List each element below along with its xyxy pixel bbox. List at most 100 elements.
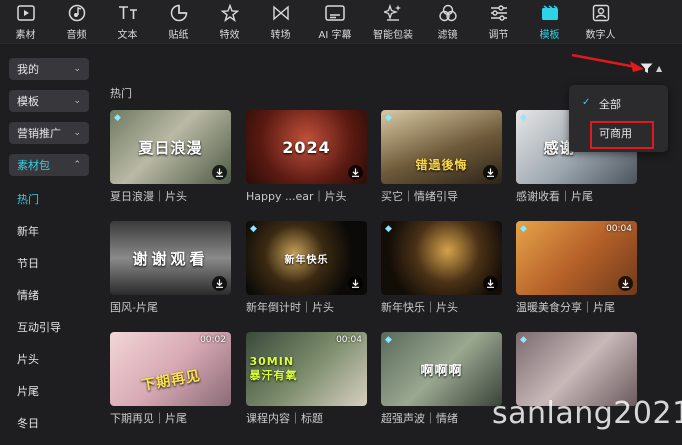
template-thumbnail[interactable]: 2024 xyxy=(246,110,367,184)
tab-label: 特效 xyxy=(219,30,240,41)
template-thumbnail[interactable]: 30MIN 暴汗有氧 00:04 xyxy=(246,332,367,406)
template-thumbnail[interactable]: 新年快乐 ◆ xyxy=(246,221,367,295)
template-thumbnail[interactable]: 夏日浪漫 ◆ xyxy=(110,110,231,184)
tab-label: 智能包装 xyxy=(373,30,413,41)
template-card[interactable]: 啊啊啊 ◆ 超强声波｜情绪 xyxy=(381,332,502,426)
tab-label: 转场 xyxy=(270,30,291,41)
sticker-icon xyxy=(169,3,189,23)
template-caption: 感谢收看｜片尾 xyxy=(516,190,593,203)
sidebar-button-label: 营销推广 xyxy=(17,127,61,140)
ai-subtitle-icon xyxy=(325,3,345,23)
tab-digital-human[interactable]: 数字人 xyxy=(575,0,626,44)
download-icon[interactable] xyxy=(483,165,498,180)
thumbnail-text: 啊啊啊 xyxy=(420,363,463,379)
thumbnail-text: 谢谢观看 xyxy=(132,249,209,268)
sidebar-item-outro[interactable]: 片尾 xyxy=(17,383,39,399)
duration-label: 00:04 xyxy=(336,335,362,345)
sidebar-item-new-year[interactable]: 新年 xyxy=(17,223,39,239)
premium-diamond-icon: ◆ xyxy=(385,335,392,345)
download-icon[interactable] xyxy=(348,165,363,180)
thumbnail-text: 新年快乐 xyxy=(284,254,329,266)
chevron-down-icon: ⌄ xyxy=(73,96,81,106)
chevron-up-icon: ▲ xyxy=(656,63,663,73)
premium-diamond-icon: ◆ xyxy=(520,113,527,123)
thumbnail-text: 30MIN 暴汗有氧 xyxy=(249,355,298,382)
tab-label: 数字人 xyxy=(585,30,616,41)
premium-diamond-icon: ◆ xyxy=(114,113,121,123)
top-toolbar: 素材 音频 文本 贴纸 特效 转场 AI 字幕 智能包装 滤镜 调节 模板 数字… xyxy=(0,0,682,44)
template-thumbnail[interactable]: 谢谢观看 xyxy=(110,221,231,295)
template-card[interactable]: 30MIN 暴汗有氧 00:04 课程内容｜标题 xyxy=(246,332,367,426)
premium-diamond-icon: ◆ xyxy=(385,224,392,234)
sidebar-button-template[interactable]: 模板 ⌄ xyxy=(9,90,89,112)
sidebar-item-emotion[interactable]: 情绪 xyxy=(17,287,39,303)
media-icon xyxy=(16,3,36,23)
template-card[interactable]: 下期再见 00:02 下期再见｜片尾 xyxy=(110,332,231,426)
template-card[interactable]: 2024 Happy ...ear｜片头 xyxy=(246,110,367,204)
tab-transition[interactable]: 转场 xyxy=(255,0,306,44)
category-sidebar: 我的 ⌄ 模板 ⌄ 营销推广 ⌄ 素材包 ⌃ 热门 新年 节日 情绪 互动引导 … xyxy=(0,45,98,445)
download-icon[interactable] xyxy=(618,276,633,291)
tab-label: 滤镜 xyxy=(437,30,458,41)
sidebar-item-intro[interactable]: 片头 xyxy=(17,351,39,367)
premium-diamond-icon: ◆ xyxy=(250,224,257,234)
sidebar-button-label: 我的 xyxy=(17,63,39,76)
tab-label: AI 字幕 xyxy=(318,30,352,41)
download-icon[interactable] xyxy=(212,276,227,291)
template-thumbnail[interactable]: ◆ xyxy=(516,332,637,406)
premium-diamond-icon: ◆ xyxy=(520,335,527,345)
tab-audio[interactable]: 音频 xyxy=(51,0,102,44)
adjust-icon xyxy=(489,3,509,23)
template-card[interactable]: 夏日浪漫 ◆ 夏日浪漫｜片头 xyxy=(110,110,231,204)
sidebar-item-hot[interactable]: 热门 xyxy=(17,191,39,207)
download-icon[interactable] xyxy=(212,165,227,180)
sidebar-button-marketing[interactable]: 营销推广 ⌄ xyxy=(9,122,89,144)
sidebar-button-material-pack[interactable]: 素材包 ⌃ xyxy=(9,154,89,176)
template-thumbnail[interactable]: 下期再见 00:02 xyxy=(110,332,231,406)
template-thumbnail[interactable]: ◆ 00:04 xyxy=(516,221,637,295)
template-card[interactable]: 新年快乐 ◆ 新年倒计时｜片头 xyxy=(246,221,367,315)
download-icon[interactable] xyxy=(348,276,363,291)
tab-smart-pack[interactable]: 智能包装 xyxy=(364,0,422,44)
tab-template[interactable]: 模板 xyxy=(524,0,575,44)
sidebar-button-mine[interactable]: 我的 ⌄ xyxy=(9,58,89,80)
tab-ai-subtitle[interactable]: AI 字幕 xyxy=(306,0,364,44)
filter-icon xyxy=(438,3,458,23)
tab-media[interactable]: 素材 xyxy=(0,0,51,44)
tab-filter[interactable]: 滤镜 xyxy=(422,0,473,44)
sidebar-item-festival[interactable]: 节日 xyxy=(17,255,39,271)
transition-icon xyxy=(271,3,291,23)
tab-adjust[interactable]: 调节 xyxy=(473,0,524,44)
tab-label: 模板 xyxy=(539,30,560,41)
filter-option-all[interactable]: 全部 xyxy=(599,96,621,112)
thumbnail-text: 2024 xyxy=(282,137,331,157)
tab-label: 调节 xyxy=(488,30,509,41)
sidebar-item-winter[interactable]: 冬日 xyxy=(17,415,39,431)
template-card[interactable]: ◆ 00:04 温暖美食分享｜片尾 xyxy=(516,221,637,315)
audio-icon xyxy=(67,3,87,23)
template-card[interactable]: 谢谢观看 国风-片尾 xyxy=(110,221,231,315)
template-caption: 买它｜情绪引导 xyxy=(381,190,458,203)
watermark: sanlang2021 xyxy=(492,396,682,431)
template-caption: 夏日浪漫｜片头 xyxy=(110,190,187,203)
template-caption: Happy ...ear｜片头 xyxy=(246,190,347,203)
chevron-down-icon: ⌄ xyxy=(73,128,81,138)
template-caption: 下期再见｜片尾 xyxy=(110,412,187,425)
template-caption: 超强声波｜情绪 xyxy=(381,412,458,425)
tab-effects[interactable]: 特效 xyxy=(204,0,255,44)
chevron-down-icon: ⌄ xyxy=(73,64,81,74)
tab-text[interactable]: 文本 xyxy=(102,0,153,44)
tab-sticker[interactable]: 贴纸 xyxy=(153,0,204,44)
template-thumbnail[interactable]: ◆ xyxy=(381,221,502,295)
text-icon xyxy=(118,3,138,23)
template-caption: 新年快乐｜片头 xyxy=(381,301,458,314)
template-card[interactable]: 错過後悔 ◆ 买它｜情绪引导 xyxy=(381,110,502,204)
template-thumbnail[interactable]: 啊啊啊 ◆ xyxy=(381,332,502,406)
template-thumbnail[interactable]: 错過後悔 ◆ xyxy=(381,110,502,184)
sidebar-item-interaction[interactable]: 互动引导 xyxy=(17,319,61,335)
template-caption: 国风-片尾 xyxy=(110,301,158,314)
sidebar-button-label: 素材包 xyxy=(17,159,50,172)
template-card[interactable]: ◆ 新年快乐｜片头 xyxy=(381,221,502,315)
download-icon[interactable] xyxy=(483,276,498,291)
duration-label: 00:04 xyxy=(606,224,632,234)
